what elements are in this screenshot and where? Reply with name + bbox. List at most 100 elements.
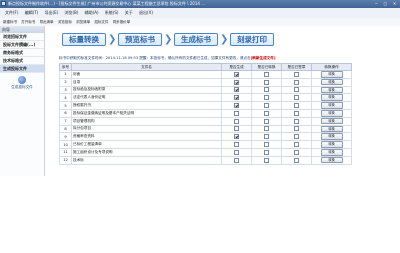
refresh-link[interactable]: [刷新生成文件] <box>251 56 276 60</box>
converted-checkbox[interactable] <box>264 118 269 124</box>
toolbar-new[interactable]: 新建标书 <box>3 18 17 26</box>
sidebar-item-generate[interactable]: 生成投标文件 <box>0 65 44 73</box>
close-button[interactable]: ✕ <box>390 1 399 7</box>
converted-checkbox[interactable] <box>264 95 269 101</box>
step-preview[interactable]: 预览标书 <box>118 33 162 46</box>
menu-system[interactable]: 系统(S) <box>105 8 119 18</box>
maximize-button[interactable]: □ <box>381 1 390 7</box>
table-row[interactable]: 2 目录 转换 <box>59 77 352 87</box>
row-no: 4 <box>59 93 72 103</box>
converted-checkbox[interactable] <box>264 134 269 140</box>
menu-assist[interactable]: 辅助(A) <box>85 8 99 18</box>
row-action-cell: 转换 <box>311 70 352 79</box>
sidebar-item-business-format[interactable]: 商务标格式 <box>0 49 44 57</box>
generated-checkbox[interactable] <box>234 87 239 93</box>
table-row[interactable]: 10 已标价工程量清单 转换 <box>59 140 352 149</box>
menu-browse[interactable]: 浏览(B) <box>65 8 79 18</box>
signed-checkbox[interactable] <box>294 126 299 132</box>
convert-button[interactable]: 转换 <box>320 126 343 132</box>
menu-edit[interactable]: 编辑(T) <box>25 8 39 18</box>
row-filename: 拟分包项目 <box>71 124 222 134</box>
converted-checkbox[interactable] <box>264 110 269 116</box>
table-row[interactable]: 6 投标保证金缴纳证明及基本户相关证明 转换 <box>59 108 352 118</box>
menu-exit[interactable]: 退出(X) <box>139 8 153 18</box>
signed-checkbox[interactable] <box>294 103 299 109</box>
convert-button[interactable]: 转换 <box>320 71 343 78</box>
signed-checkbox[interactable] <box>294 142 299 148</box>
table-row[interactable]: 8 拟分包项目 转换 <box>59 124 352 134</box>
step-burn-print[interactable]: 刻录打印 <box>230 33 274 46</box>
generated-checkbox[interactable] <box>234 126 239 132</box>
menu-about[interactable]: 关于 <box>125 8 133 18</box>
sidebar-item-compose[interactable]: 投标文件撰编(...) <box>0 41 44 49</box>
signed-checkbox[interactable] <box>294 134 299 140</box>
generated-checkbox[interactable] <box>234 134 239 140</box>
convert-button[interactable]: 转换 <box>320 79 343 86</box>
app-icon <box>1 1 6 6</box>
app-window: 新点投标文件制作软件(...) - [投标文件生成] 广州市公共资源交易中心 某… <box>0 0 400 253</box>
convert-button[interactable]: 转换 <box>320 141 343 148</box>
toolbar-browse-list[interactable]: 浏览清单 <box>76 18 90 26</box>
table-row[interactable]: 12 技术标 转换 <box>59 155 352 165</box>
menu-export[interactable]: 导出(E) <box>45 8 59 18</box>
generated-checkbox[interactable] <box>234 157 239 163</box>
table-row[interactable]: 3 投标函及投标函附录 转换 <box>59 85 352 95</box>
converted-checkbox[interactable] <box>264 142 269 148</box>
title-bar: 新点投标文件制作软件(...) - [投标文件生成] 广州市公共资源交易中心 某… <box>0 0 400 8</box>
generated-checkbox[interactable] <box>234 79 239 85</box>
toolbar-export-list[interactable]: 导出清单 <box>40 18 54 26</box>
sidebar-subitem-generate[interactable]: 生成投标文件 <box>0 76 44 90</box>
signed-checkbox[interactable] <box>294 118 299 124</box>
convert-button[interactable]: 转换 <box>320 118 343 125</box>
toolbar-tender-doc[interactable]: 招标文件 <box>94 18 108 26</box>
convert-button[interactable]: 转换 <box>320 157 343 164</box>
signed-checkbox[interactable] <box>294 157 299 163</box>
convert-button[interactable]: 转换 <box>320 110 343 117</box>
generated-checkbox[interactable] <box>234 103 239 109</box>
convert-button[interactable]: 转换 <box>320 94 343 101</box>
generated-checkbox[interactable] <box>234 118 239 124</box>
converted-checkbox[interactable] <box>264 87 269 93</box>
convert-button[interactable]: 转换 <box>320 87 343 93</box>
converted-checkbox[interactable] <box>264 149 269 155</box>
generated-checkbox[interactable] <box>234 95 239 101</box>
signed-checkbox[interactable] <box>294 110 299 116</box>
sidebar-item-browse-tender[interactable]: 浏览招标文件 <box>0 33 44 41</box>
signed-checkbox[interactable] <box>294 87 299 93</box>
menu-file[interactable]: 文件(F) <box>5 8 18 18</box>
generated-checkbox[interactable] <box>234 142 239 148</box>
table-row[interactable]: 4 法定代表人身份证明 转换 <box>59 93 352 103</box>
convert-button[interactable]: 转换 <box>320 133 343 140</box>
signed-checkbox[interactable] <box>294 95 299 101</box>
minimize-button[interactable]: ─ <box>372 1 381 7</box>
table-row[interactable]: 11 施工组织设计及专项说明 转换 <box>59 147 352 157</box>
row-no: 3 <box>59 85 72 95</box>
row-generated-cell <box>221 70 252 79</box>
table-row[interactable]: 1 封面 转换 <box>59 70 352 79</box>
toolbar-open[interactable]: 打开标书 <box>21 18 35 26</box>
converted-checkbox[interactable] <box>264 126 269 132</box>
converted-checkbox[interactable] <box>264 157 269 163</box>
row-converted-cell <box>251 124 282 134</box>
converted-checkbox[interactable] <box>264 79 269 85</box>
toolbar-browse-bid[interactable]: 浏览投标 <box>58 18 72 26</box>
generated-checkbox[interactable] <box>234 149 239 155</box>
generated-checkbox[interactable] <box>234 71 239 77</box>
table-row[interactable]: 9 资格审查资料 转换 <box>59 132 352 142</box>
row-filename: 目录 <box>71 77 222 87</box>
row-filename: 封面 <box>71 70 222 79</box>
step-convert[interactable]: 标量转换 <box>62 33 106 46</box>
sidebar-item-tech-format[interactable]: 技术标格式 <box>0 57 44 65</box>
signed-checkbox[interactable] <box>294 71 299 77</box>
toolbar-sync-quote[interactable]: 同步报价单 <box>113 18 131 26</box>
converted-checkbox[interactable] <box>264 103 269 109</box>
convert-button[interactable]: 转换 <box>320 149 343 156</box>
step-generate[interactable]: 生成标书 <box>174 33 218 46</box>
signed-checkbox[interactable] <box>294 79 299 85</box>
convert-button[interactable]: 转换 <box>320 102 343 109</box>
table-row[interactable]: 7 项目管理机构 转换 <box>59 116 352 126</box>
table-row[interactable]: 5 授权委托书 转换 <box>59 101 352 110</box>
signed-checkbox[interactable] <box>294 149 299 155</box>
generated-checkbox[interactable] <box>234 110 239 116</box>
converted-checkbox[interactable] <box>264 71 269 77</box>
